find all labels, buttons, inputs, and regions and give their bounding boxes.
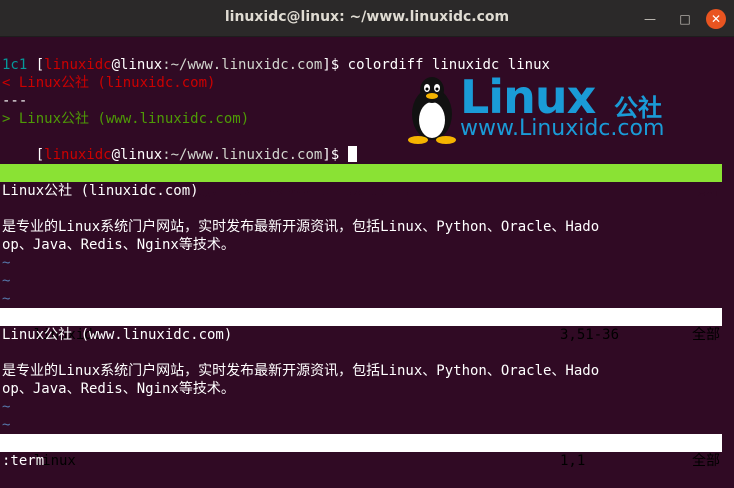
pane2-tilde: ~ [2, 399, 11, 415]
pane1-tilde: ~ [2, 255, 11, 271]
pane2-line-4: op、Java、Redis、Nginx等技术。 [2, 381, 235, 397]
prompt-host: linux [120, 147, 163, 163]
logo-word: Linux [460, 70, 596, 124]
prompt-bracket: [ [35, 57, 45, 73]
prompt-user: linuxidc [44, 57, 112, 73]
window-title: linuxidc@linux: ~/www.linuxidc.com [224, 9, 510, 25]
pane1-line-1: Linux公社 (linuxidc.com) [2, 183, 199, 199]
pane1-tilde: ~ [2, 291, 11, 307]
linuxidc-logo: Linux 公社 www.Linuxidc.com [402, 74, 692, 146]
pane1-line-3: 是专业的Linux系统门户网站，实时发布最新开源资讯，包括Linux、Pytho… [2, 219, 600, 235]
vim-status-linux: linux 1,1 全部 [0, 434, 722, 469]
vim-status-terminal: !/bin/bash [linuxidc@linux: ~/www.linuxi… [0, 164, 722, 199]
vim-command-line[interactable]: :term [2, 452, 44, 470]
diff-added-line: > Linux公社 (www.linuxidc.com) [2, 111, 250, 127]
maximize-button[interactable]: □ [675, 9, 695, 29]
window-titlebar[interactable]: linuxidc@linux: ~/www.linuxidc.com — □ ✕ [0, 0, 734, 37]
prompt-host: linux [120, 57, 163, 73]
pane2-line-3: 是专业的Linux系统门户网站，实时发布最新开源资讯，包括Linux、Pytho… [2, 363, 600, 379]
terminal-scrollbar[interactable] [726, 37, 734, 471]
prompt-dollar: ]$ [322, 147, 348, 163]
prompt-user: linuxidc [44, 147, 112, 163]
status-scroll: 顶端 [692, 183, 720, 199]
status-position: 1,1 [560, 183, 586, 199]
status-scroll: 全部 [692, 327, 720, 343]
tux-penguin-icon [408, 77, 456, 144]
diff-header: 1c1 [2, 57, 28, 73]
text-cursor [347, 146, 357, 162]
diff-separator: --- [2, 93, 28, 109]
prompt-bracket: [ [35, 147, 45, 163]
terminal-area[interactable]: [linuxidc@linux:~/www.linuxidc.com]$ col… [0, 37, 734, 471]
logo-url: www.Linuxidc.com [460, 116, 665, 141]
prompt-path: :~/www.linuxidc.com [162, 147, 323, 163]
pane1-tilde: ~ [2, 273, 11, 289]
prompt-at: @ [111, 147, 121, 163]
close-button[interactable]: ✕ [706, 9, 726, 29]
prompt-line-current[interactable]: [linuxidc@linux:~/www.linuxidc.com]$ [2, 128, 357, 163]
minimize-button[interactable]: — [640, 9, 660, 29]
status-position: 1,1 [560, 453, 586, 469]
prompt-dollar: ]$ [322, 57, 348, 73]
pane2-line-1: Linux公社 (www.linuxidc.com) [2, 327, 233, 343]
status-scroll: 全部 [692, 453, 720, 469]
status-position: 3,51-36 [560, 327, 620, 343]
diff-removed-line: < Linux公社 (linuxidc.com) [2, 75, 216, 91]
prompt-at: @ [111, 57, 121, 73]
prompt-line: [linuxidc@linux:~/www.linuxidc.com]$ col… [2, 38, 550, 73]
pane2-tilde: ~ [2, 417, 11, 433]
pane1-line-4: op、Java、Redis、Nginx等技术。 [2, 237, 235, 253]
prompt-path: :~/www.linuxidc.com [162, 57, 323, 73]
vim-status-linuxidc: linuxidc 3,51-36 全部 [0, 308, 722, 343]
